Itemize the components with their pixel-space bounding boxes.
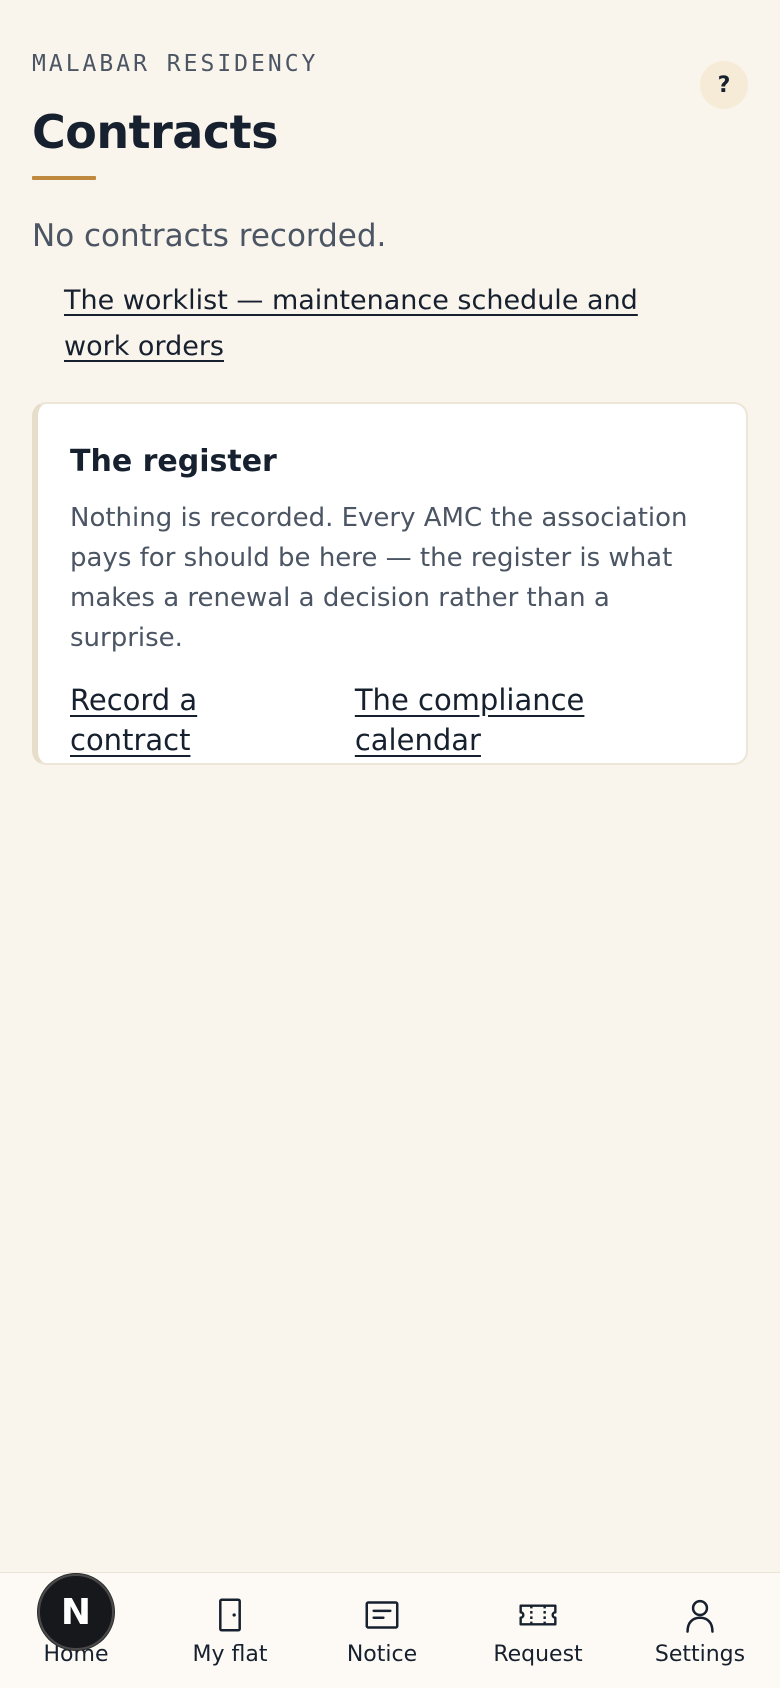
register-card: The register Nothing is recorded. Every … — [32, 402, 748, 765]
empty-state-message: No contracts recorded. — [32, 218, 387, 254]
page-title: Contracts — [32, 105, 278, 159]
nav-label-notice: Notice — [346, 1642, 418, 1667]
user-icon — [680, 1595, 720, 1635]
record-contract-link[interactable]: Record a contract — [70, 680, 323, 760]
bottom-nav: Home My flat Notice Request Settings — [0, 1572, 780, 1688]
register-card-actions: Record a contract The compliance calenda… — [70, 680, 714, 760]
nav-item-request[interactable]: Request — [488, 1573, 588, 1688]
nav-label-settings: Settings — [654, 1642, 746, 1667]
app-logo-badge[interactable]: N — [38, 1574, 114, 1650]
page-header: MALABAR RESIDENCY Contracts — [32, 48, 748, 180]
nav-item-notice[interactable]: Notice — [332, 1573, 432, 1688]
door-icon — [210, 1595, 250, 1635]
worklist-link[interactable]: The worklist — maintenance schedule and … — [64, 278, 704, 370]
help-button[interactable]: ? — [700, 61, 748, 109]
ticket-icon — [518, 1595, 558, 1635]
register-card-body: Nothing is recorded. Every AMC the assoc… — [70, 503, 688, 653]
nav-label-request: Request — [493, 1642, 583, 1667]
compliance-calendar-link[interactable]: The compliance calendar — [355, 680, 714, 760]
title-underline — [32, 176, 96, 180]
notice-icon — [362, 1595, 402, 1635]
nav-label-my-flat: My flat — [192, 1642, 268, 1667]
register-card-title: The register — [70, 444, 277, 479]
nav-item-my-flat[interactable]: My flat — [180, 1573, 280, 1688]
nav-item-settings[interactable]: Settings — [645, 1573, 755, 1688]
contracts-page: MALABAR RESIDENCY Contracts ? No contrac… — [0, 0, 780, 1688]
society-name: MALABAR RESIDENCY — [32, 51, 319, 77]
